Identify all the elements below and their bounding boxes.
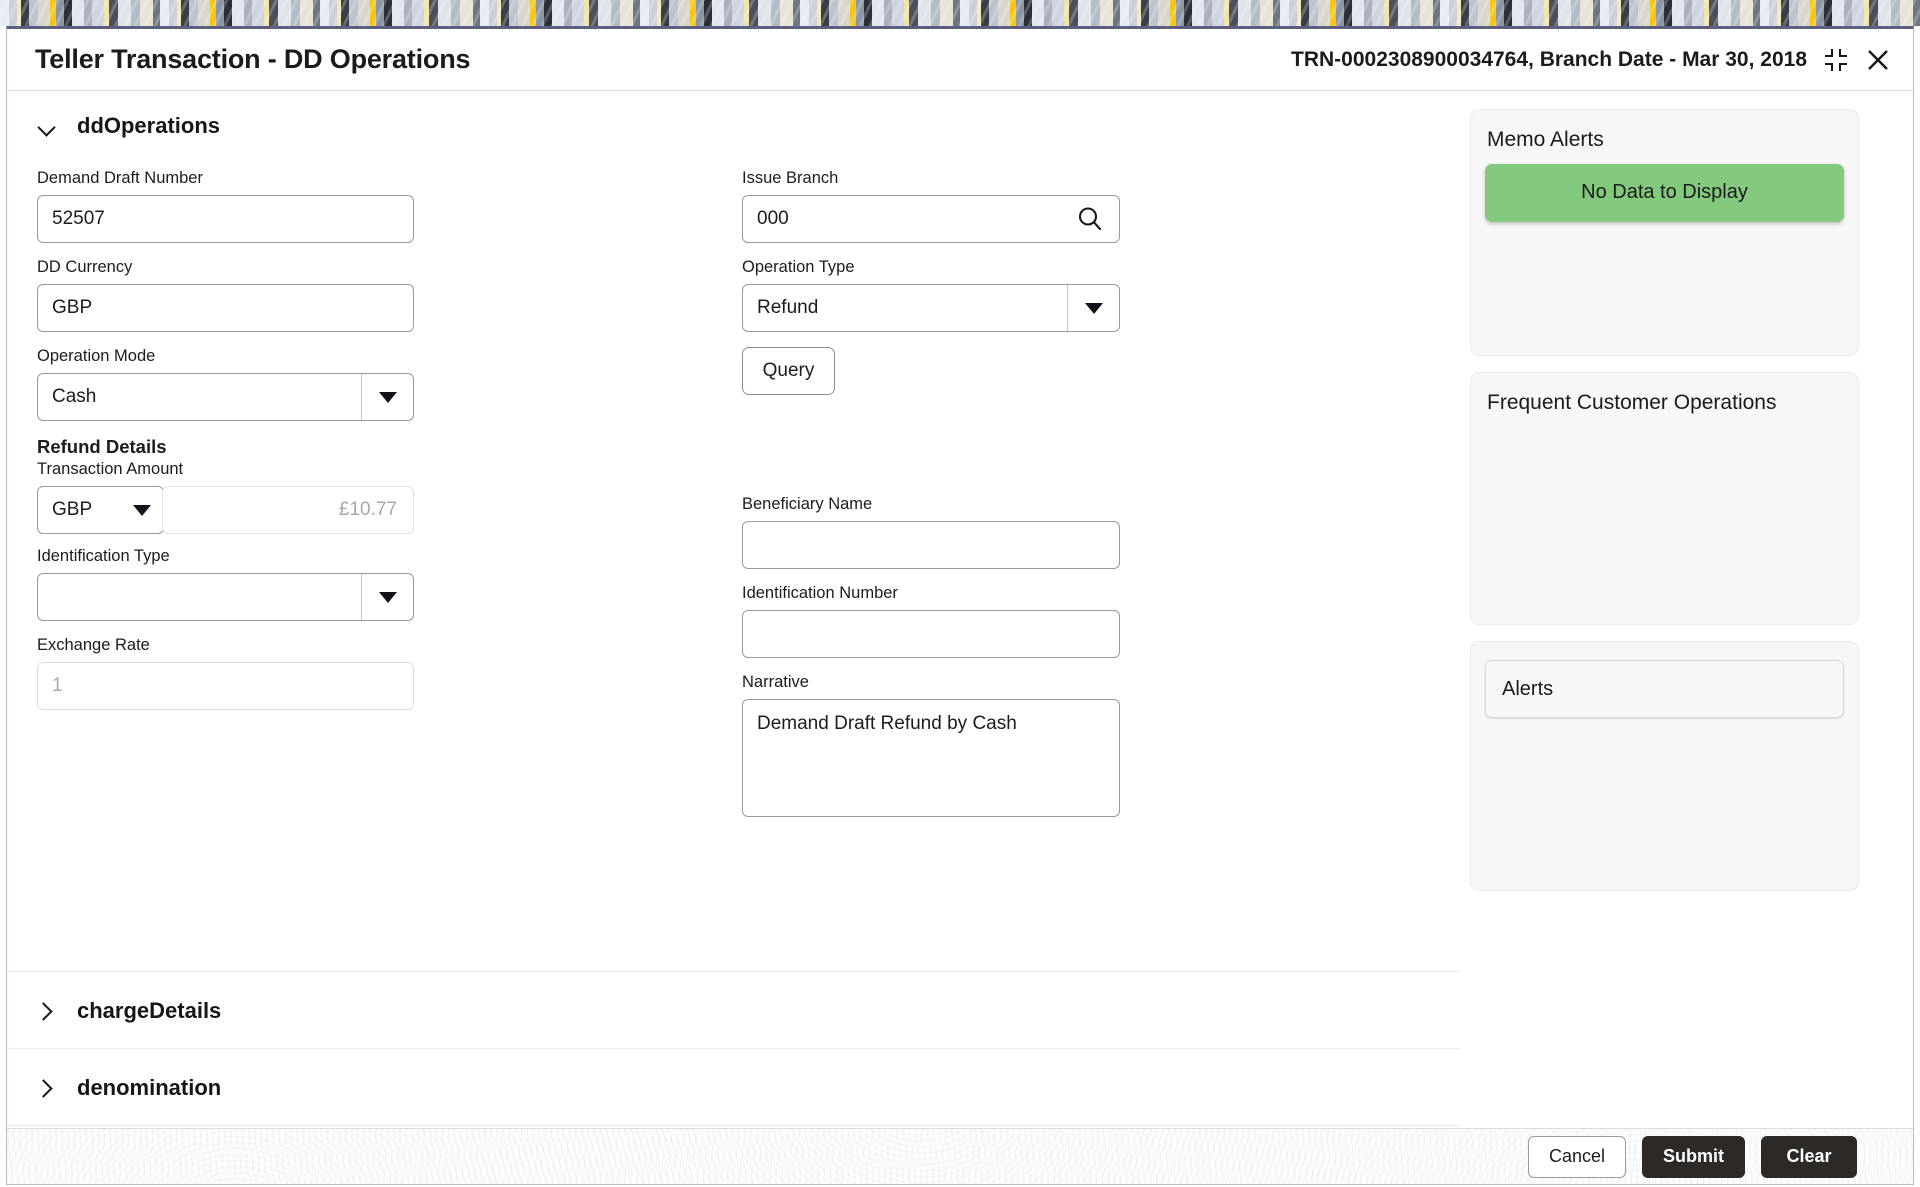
form-area: ddOperations Demand Draft Number 52507 D… (7, 91, 1460, 1130)
header-right-group: TRN-0002308900034764, Branch Date - Mar … (1291, 47, 1891, 73)
label-operation-mode: Operation Mode (37, 347, 417, 366)
field-identification-number: Identification Number (742, 584, 1122, 658)
chevron-down-icon[interactable] (361, 574, 413, 620)
refund-details-heading: Refund Details (37, 436, 417, 458)
field-exchange-rate: Exchange Rate 1 (37, 636, 417, 710)
identification-type-select[interactable] (37, 573, 414, 621)
operation-mode-value: Cash (52, 386, 361, 408)
modal-footer: Cancel Submit Clear (7, 1128, 1913, 1184)
submit-button[interactable]: Submit (1642, 1136, 1745, 1178)
teller-transaction-modal: Teller Transaction - DD Operations TRN-0… (6, 26, 1914, 1185)
form-column-middle: Issue Branch 000 Operat (742, 169, 1122, 832)
modal-header: Teller Transaction - DD Operations TRN-0… (7, 29, 1913, 91)
clear-button[interactable]: Clear (1761, 1136, 1857, 1178)
field-identification-type: Identification Type (37, 547, 417, 621)
field-issue-branch: Issue Branch 000 (742, 169, 1122, 243)
field-query: Query (742, 347, 1122, 395)
label-exchange-rate: Exchange Rate (37, 636, 417, 655)
dd-currency-value: GBP (52, 297, 399, 319)
accordion-header-chargedetails[interactable]: chargeDetails (7, 998, 1460, 1024)
field-operation-mode: Operation Mode Cash (37, 347, 417, 421)
accordion-row-denomination: denomination (7, 1049, 1460, 1126)
demand-draft-number-input[interactable]: 52507 (37, 195, 414, 243)
lower-accordions: chargeDetails denomination viewDDDetails (7, 971, 1460, 1130)
chevron-right-icon (39, 1003, 55, 1019)
close-icon[interactable] (1865, 47, 1891, 73)
modal-body: ddOperations Demand Draft Number 52507 D… (7, 91, 1913, 1130)
chevron-down-icon[interactable] (1067, 285, 1119, 331)
field-beneficiary-name: Beneficiary Name (742, 495, 1122, 569)
beneficiary-name-input[interactable] (742, 521, 1120, 569)
field-dd-currency: DD Currency GBP (37, 258, 417, 332)
chevron-down-icon[interactable] (361, 374, 413, 420)
page-right-edge (1914, 26, 1920, 1185)
form-column-left: Demand Draft Number 52507 DD Currency GB… (37, 169, 417, 725)
exchange-rate-input[interactable]: 1 (37, 662, 414, 710)
page-title: Teller Transaction - DD Operations (35, 44, 470, 75)
memo-alerts-title: Memo Alerts (1487, 128, 1844, 152)
accordion-label-denomination: denomination (77, 1075, 221, 1101)
frequent-customer-operations-panel: Frequent Customer Operations (1470, 372, 1859, 625)
accordion-header-ddoperations[interactable]: ddOperations (7, 113, 1460, 139)
label-narrative: Narrative (742, 673, 1122, 692)
field-operation-type: Operation Type Refund (742, 258, 1122, 332)
label-identification-number: Identification Number (742, 584, 1122, 603)
accordion-label-chargedetails: chargeDetails (77, 998, 221, 1024)
label-dd-currency: DD Currency (37, 258, 417, 277)
demand-draft-number-value: 52507 (52, 208, 399, 230)
chevron-down-icon[interactable] (121, 505, 163, 516)
transaction-currency-value: GBP (52, 499, 121, 521)
issue-branch-value: 000 (757, 208, 1075, 230)
accordion-label-ddoperations: ddOperations (77, 113, 220, 139)
alerts-list-item[interactable]: Alerts (1485, 660, 1844, 718)
chevron-right-icon (39, 1080, 55, 1096)
label-issue-branch: Issue Branch (742, 169, 1122, 188)
transaction-amount-input[interactable]: £10.77 (162, 486, 414, 534)
query-button[interactable]: Query (742, 347, 835, 395)
operation-mode-select[interactable]: Cash (37, 373, 414, 421)
field-transaction-amount: Refund Details Transaction Amount GBP £1… (37, 436, 417, 534)
label-operation-type: Operation Type (742, 258, 1122, 277)
transaction-amount-row: GBP £10.77 (37, 486, 417, 534)
alerts-panel: Alerts (1470, 641, 1859, 891)
label-demand-draft-number: Demand Draft Number (37, 169, 417, 188)
narrative-textarea[interactable]: Demand Draft Refund by Cash (742, 699, 1120, 817)
memo-alerts-status-banner[interactable]: No Data to Display (1485, 164, 1844, 222)
right-sidebar: Memo Alerts No Data to Display Frequent … (1458, 91, 1913, 1130)
label-identification-type: Identification Type (37, 547, 417, 566)
identification-number-input[interactable] (742, 610, 1120, 658)
label-transaction-amount: Transaction Amount (37, 460, 417, 479)
dd-currency-input[interactable]: GBP (37, 284, 414, 332)
field-demand-draft-number: Demand Draft Number 52507 (37, 169, 417, 243)
accordion-header-denomination[interactable]: denomination (7, 1075, 1460, 1101)
maximize-icon[interactable] (1825, 49, 1847, 71)
exchange-rate-value: 1 (52, 675, 399, 697)
label-beneficiary-name: Beneficiary Name (742, 495, 1122, 514)
search-icon[interactable] (1075, 204, 1105, 234)
transaction-amount-value: £10.77 (339, 499, 397, 521)
operation-type-value: Refund (757, 297, 1067, 319)
transaction-currency-select[interactable]: GBP (37, 486, 164, 534)
cancel-button[interactable]: Cancel (1528, 1136, 1626, 1178)
accordion-row-chargedetails: chargeDetails (7, 971, 1460, 1049)
memo-alerts-panel: Memo Alerts No Data to Display (1470, 109, 1859, 356)
transaction-reference-label: TRN-0002308900034764, Branch Date - Mar … (1291, 48, 1807, 72)
issue-branch-input[interactable]: 000 (742, 195, 1120, 243)
operation-type-select[interactable]: Refund (742, 284, 1120, 332)
chevron-down-icon (39, 118, 55, 134)
frequent-customer-operations-title: Frequent Customer Operations (1487, 391, 1844, 415)
field-narrative: Narrative Demand Draft Refund by Cash (742, 673, 1122, 817)
